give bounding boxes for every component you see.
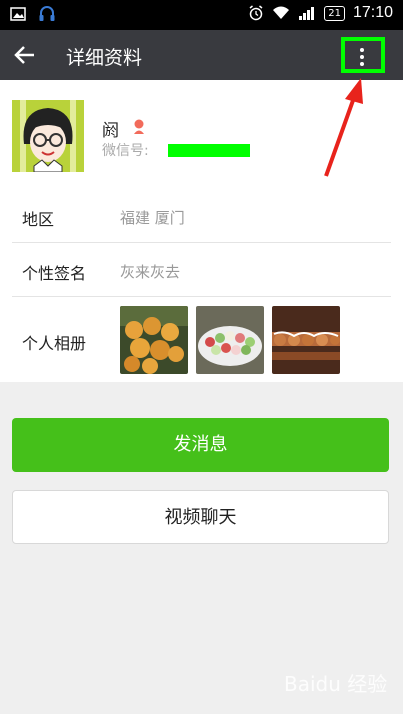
image-icon — [10, 7, 26, 21]
album-photo[interactable] — [272, 306, 340, 374]
watermark: Baidu 经验 — [284, 672, 388, 696]
profile-name: 阏 — [102, 121, 119, 141]
more-menu-button[interactable] — [341, 37, 385, 73]
status-time: 17:10 — [352, 4, 393, 21]
album-photo[interactable] — [196, 306, 264, 374]
redaction-bar — [168, 144, 250, 157]
video-chat-button[interactable]: 视频聊天 — [12, 490, 389, 544]
album-label: 个人相册 — [22, 334, 87, 353]
battery-level: 21 — [324, 5, 345, 21]
signature-label: 个性签名 — [22, 264, 87, 283]
profile-card[interactable]: 阏 微信号: — [0, 80, 403, 188]
female-icon — [134, 119, 144, 134]
title-bar: 详细资料 — [0, 30, 403, 80]
wechat-id-label: 微信号: — [102, 143, 149, 159]
page-title: 详细资料 — [66, 47, 143, 69]
signature-value: 灰来灰去 — [120, 263, 181, 281]
send-message-button[interactable]: 发消息 — [12, 418, 389, 472]
album-photo[interactable] — [120, 306, 188, 374]
alarm-icon — [249, 5, 263, 21]
info-section: 地区 福建 厦门 个性签名 灰来灰去 个人相册 — [0, 188, 403, 382]
info-row-signature: 个性签名 灰来灰去 — [0, 243, 403, 297]
back-arrow-icon[interactable] — [12, 42, 38, 68]
region-label: 地区 — [22, 210, 55, 229]
wifi-icon — [273, 6, 290, 19]
region-value: 福建 厦门 — [120, 209, 185, 227]
avatar — [12, 100, 84, 172]
signal-icon — [299, 7, 315, 20]
more-menu-icon — [359, 45, 365, 69]
headset-icon — [39, 6, 55, 21]
info-row-region: 地区 福建 厦门 — [0, 188, 403, 242]
status-bar: 21 17:10 — [0, 0, 403, 30]
